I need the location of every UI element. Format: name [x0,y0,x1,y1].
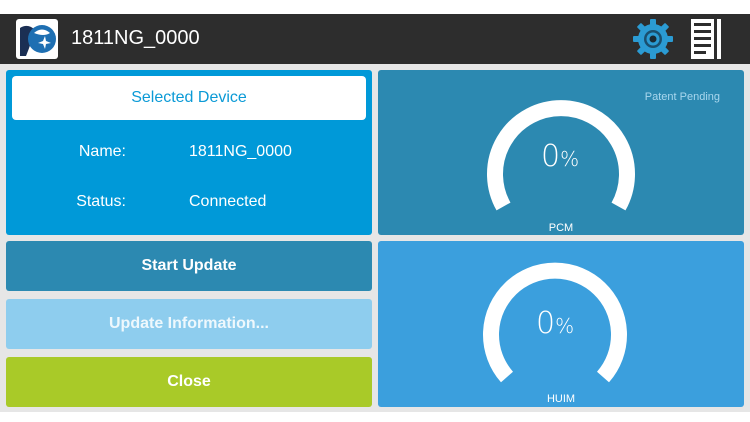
huim-label: HUIM [546,393,576,405]
device-status-row: Status: Connected [6,193,372,215]
close-button[interactable]: Close [6,357,372,407]
app-header: 1811NG_0000 [0,14,750,64]
status-label: Status: [76,193,126,210]
pcm-gauge-panel: Patent Pending 0% PCM [378,70,744,235]
top-margin [0,0,750,14]
name-value: 1811NG_0000 [189,143,292,160]
main-content: Selected Device Name: 1811NG_0000 Status… [0,64,750,412]
huim-percent-unit: % [555,314,575,338]
huim-gauge-panel: 0% HUIM [378,241,744,407]
name-label: Name: [78,143,126,160]
app-logo [16,19,58,59]
gear-icon[interactable] [631,17,675,61]
huim-percent-value: 0 [536,306,556,341]
device-name-row: Name: 1811NG_0000 [6,143,372,165]
device-info-panel: Selected Device Name: 1811NG_0000 Status… [6,70,372,235]
huim-percent: 0% [536,306,574,341]
status-value: Connected [189,193,267,210]
document-icon[interactable] [690,18,722,60]
update-information-button[interactable]: Update Information... [6,299,372,349]
start-update-button[interactable]: Start Update [6,241,372,291]
selected-device-heading: Selected Device [12,76,366,120]
pcm-percent-value: 0 [541,139,561,174]
pcm-percent: 0% [541,139,579,174]
device-title: 1811NG_0000 [71,27,200,49]
pcm-label: PCM [548,222,574,234]
pcm-percent-unit: % [560,147,580,171]
patent-pending-text: Patent Pending [644,91,720,103]
